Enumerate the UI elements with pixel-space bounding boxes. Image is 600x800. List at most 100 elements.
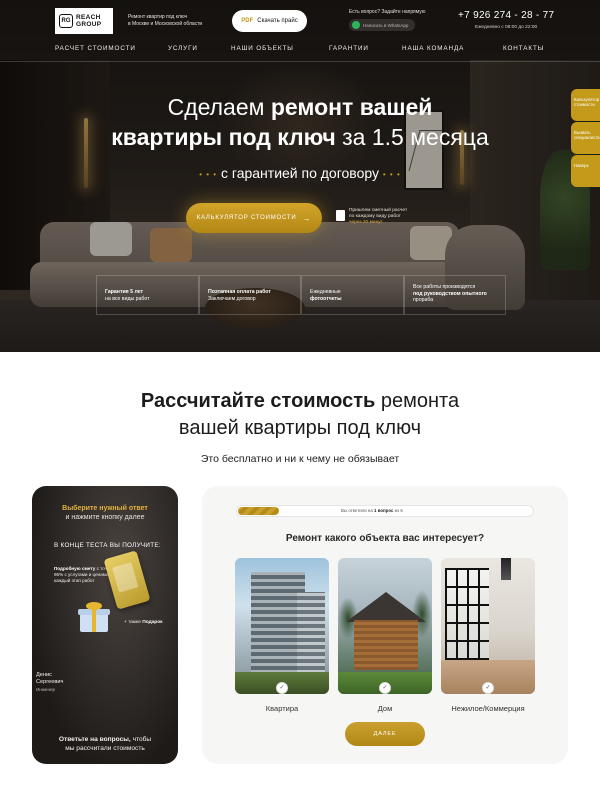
feature-text: Заключаем договор [208,295,256,302]
gift-bow [86,602,102,610]
hero-section: RG REACH GROUP Ремонт квартир под ключ в… [0,0,600,352]
progress-text: Вы ответили на 1 вопрос из 6 [341,508,403,513]
nav-item-calculation[interactable]: РАСЧЕТ СТОИМОСТИ [55,45,136,52]
headline-bold-1: ремонт вашей [270,94,433,120]
pdf-icon: PDF [241,18,254,24]
calc-section-subtitle: Это бесплатно и ни к чему не обязывает [200,453,400,465]
engineer-caption: Денис Сергеевич Инженер [36,672,63,693]
logo-name: REACH GROUP [76,14,101,28]
option-label-house[interactable]: Дом [338,704,432,713]
footer-line2: мы рассчитали стоимость [65,744,145,752]
nav-item-contacts[interactable]: КОНТАКТЫ [503,45,544,52]
house-roof [346,592,426,622]
option-house[interactable]: ✓ [338,558,432,694]
quiz-progress-bar: Вы ответили на 1 вопрос из 6 [236,505,534,517]
nav-divider [0,61,600,62]
feature-text: на все виды работ [105,295,150,302]
headline-bold-2: квартиры под ключ [111,124,336,150]
gift-prefix: + также [124,620,143,625]
hero-headline: Сделаем ремонт вашей квартиры под ключ з… [0,92,600,152]
guarantee-text: с гарантией по договору [221,165,379,181]
info-get-heading: В КОНЦЕ ТЕСТА ВЫ ПОЛУЧИТЕ: [54,542,161,549]
feature-bold: Поэтапная оплата работ [208,289,271,295]
headline-post: за 1.5 месяца [335,124,489,150]
nav-item-services[interactable]: УСЛУГИ [168,45,198,52]
phone-mockup-icon [103,550,151,610]
person-name-line2: Сергеевич [36,679,64,685]
quiz-info-card: Выберите нужный ответ и нажмите кнопку д… [32,486,178,764]
quiz-card: Вы ответили на 1 вопрос из 6 Ремонт како… [202,486,568,764]
estimate-note: Пришлем сметный расчет по каждому виду р… [349,208,429,226]
nav-item-team[interactable]: НАША КОМАНДА [402,45,464,52]
feature-warranty: Гарантия 5 лет на все виды работ [96,275,199,315]
title-bold: Рассчитайте стоимость [140,390,376,412]
progress-prefix: Вы ответили на [341,508,375,513]
main-nav: РАСЧЕТ СТОИМОСТИ УСЛУГИ НАШИ ОБЪЕКТЫ ГАР… [0,45,600,59]
gift-ribbon [92,609,96,632]
tagline: Ремонт квартир под ключ в Москве и Моско… [128,14,218,27]
option-radio[interactable]: ✓ [379,682,391,694]
next-button[interactable]: ДАЛЕЕ [345,722,425,746]
option-commercial[interactable]: ✓ [441,558,535,694]
tagline-line2: в Москве и Московской области [128,20,203,27]
footer-rest: чтобы [130,736,152,743]
logo-mark: RG [59,14,73,28]
estimate-line3: через 30 минут [349,220,383,225]
top-bar: RG REACH GROUP Ремонт квартир под ключ в… [0,0,600,40]
logo-name-line1: REACH [76,14,101,21]
features-row: Гарантия 5 лет на все виды работ Поэтапн… [96,275,506,315]
logo-name-line2: GROUP [76,21,102,28]
document-icon [336,210,345,221]
ask-text: Есть вопрос? Задайте напрямую [349,9,426,15]
gift-icon [76,602,112,632]
option-label-apartment[interactable]: Квартира [235,704,329,713]
option-radio[interactable]: ✓ [276,682,288,694]
dots-left: • • • [199,169,218,179]
logo[interactable]: RG REACH GROUP [55,8,113,34]
option-apartment[interactable]: ✓ [235,558,329,694]
person-name-line1: Денис [36,672,52,678]
gift-label: + также Подарок [124,620,163,625]
nav-item-objects[interactable]: НАШИ ОБЪЕКТЫ [231,45,294,52]
lamp-image [501,558,511,580]
feature-supervisor: Все работы производятся под руководством… [404,275,506,315]
option-label-commercial[interactable]: Нежилое/Коммерция [441,704,535,713]
info-title-line1: Выберите нужный ответ [62,505,148,512]
quiz-question: Ремонт какого объекта вас интересует? [285,533,485,544]
option-radio[interactable]: ✓ [482,682,494,694]
nav-item-guarantees[interactable]: ГАРАНТИИ [329,45,369,52]
whatsapp-icon [352,21,360,29]
gift-bold: Подарок [142,620,163,625]
window-image [445,568,489,660]
headline-pre: Сделаем [167,94,271,120]
footer-bold: Ответьте на вопросы, [58,736,131,743]
title-line2: вашей квартиры под ключ [178,417,422,439]
feature-bold: Гарантия 5 лет [105,289,144,295]
arrow-right-icon: → [302,213,312,223]
download-price-button[interactable]: PDF Скачать прайс [232,10,307,32]
feature-photo-reports: Ежедневные фотоотчеты [301,275,404,315]
building-image [297,592,325,684]
hero-guarantee: • • • с гарантией по договору • • • [0,165,600,181]
title-rest: ремонта [375,390,460,412]
feature-payment: Поэтапная оплата работ Заключаем договор [199,275,301,315]
info-card-title: Выберите нужный ответ и нажмите кнопку д… [32,504,178,522]
phone-number[interactable]: +7 926 274 - 28 - 77 [458,10,554,21]
calc-section-title: Рассчитайте стоимость ремонта вашей квар… [0,388,600,442]
calculator-button[interactable]: КАЛЬКУЛЯТОР СТОИМОСТИ → [186,203,322,233]
progress-suffix: из 6 [393,508,403,513]
info-card-footer: Ответьте на вопросы, чтобы мы рассчитали… [32,736,178,753]
feature-bold: фотоотчеты [310,295,342,302]
house-walls [354,620,418,670]
whatsapp-label: Написать в WhatsApp [363,22,409,28]
info-title-line2: и нажмите кнопку далее [65,514,145,521]
feature-bold: под руководством опытного [413,290,487,297]
whatsapp-button[interactable]: Написать в WhatsApp [349,19,415,31]
working-hours: Ежедневно с 08:00 до 22:00 [475,25,538,30]
info-item-bold: Подробную смету [54,566,96,571]
dots-right: • • • [382,169,401,179]
progress-bold: 1 вопрос [374,508,394,513]
progress-fill [238,507,279,515]
person-role: Инженер [36,687,56,692]
feature-text: прораба [413,297,434,303]
